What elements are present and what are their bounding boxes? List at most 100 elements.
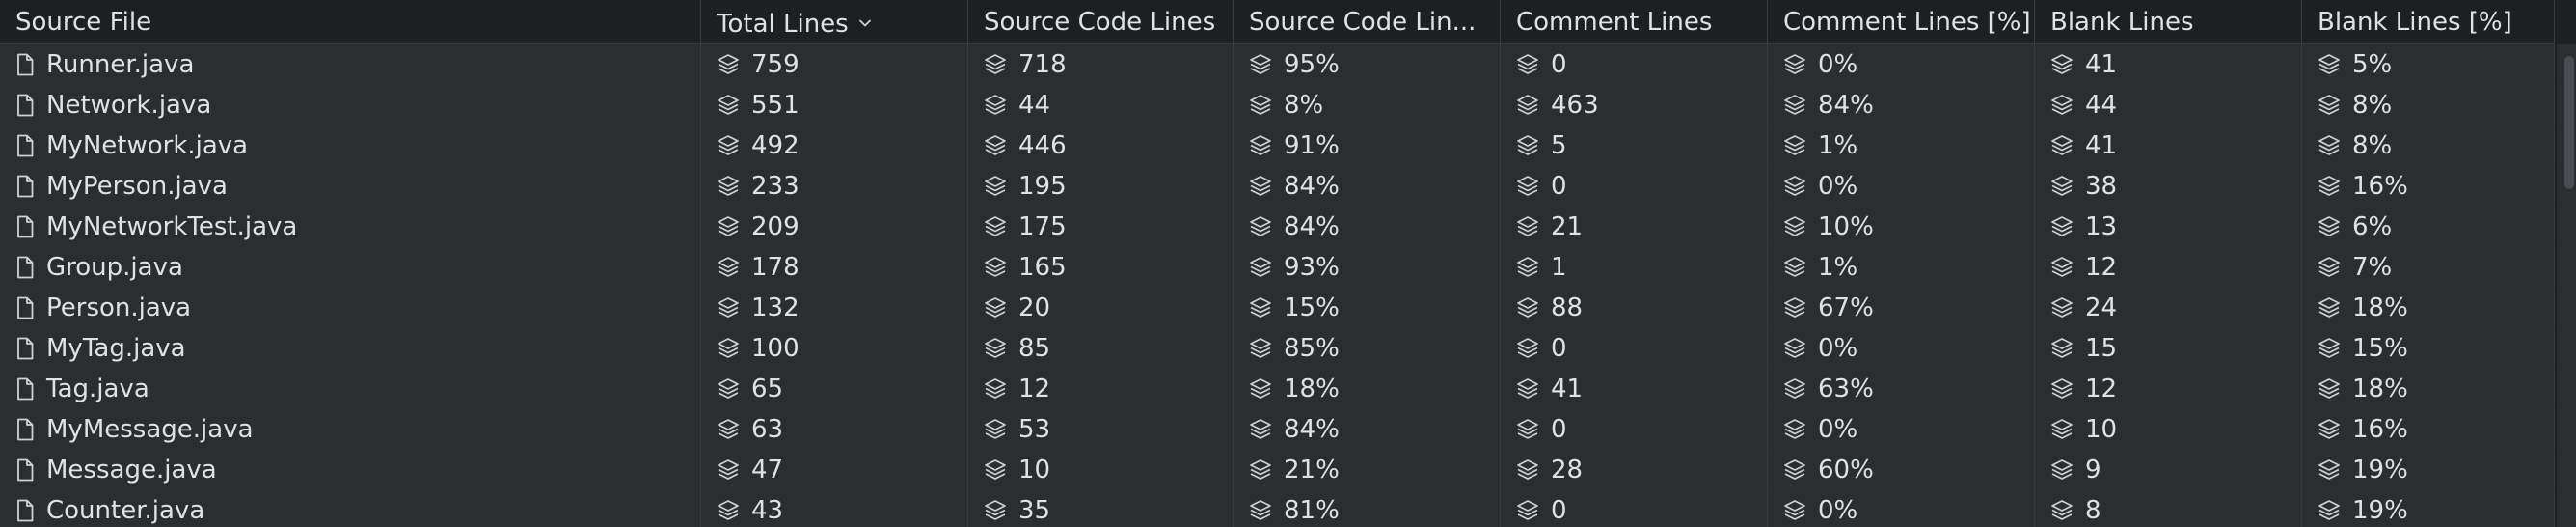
- table-cell-blank[interactable]: 12: [2035, 247, 2302, 288]
- table-cell-srcpct[interactable]: 84%: [1234, 409, 1501, 450]
- table-cell-srcpct[interactable]: 91%: [1234, 125, 1501, 166]
- table-cell-total[interactable]: 759: [701, 44, 968, 85]
- table-cell-blank[interactable]: 13: [2035, 207, 2302, 247]
- table-cell-blankpct[interactable]: 18%: [2302, 369, 2555, 409]
- table-row-file-cell[interactable]: Network.java: [0, 85, 701, 125]
- table-cell-blankpct[interactable]: 8%: [2302, 85, 2555, 125]
- table-cell-commpct[interactable]: 84%: [1768, 85, 2035, 125]
- table-cell-src[interactable]: 35: [968, 490, 1234, 527]
- table-cell-blankpct[interactable]: 16%: [2302, 166, 2555, 207]
- table-cell-blankpct[interactable]: 15%: [2302, 328, 2555, 369]
- table-cell-blankpct[interactable]: 7%: [2302, 247, 2555, 288]
- table-cell-srcpct[interactable]: 18%: [1234, 369, 1501, 409]
- chevron-down-icon[interactable]: [858, 0, 872, 27]
- table-row-file-cell[interactable]: Runner.java: [0, 44, 701, 85]
- column-header-commpct[interactable]: Comment Lines [%]: [1768, 0, 2035, 44]
- table-cell-blankpct[interactable]: 8%: [2302, 125, 2555, 166]
- table-cell-total[interactable]: 100: [701, 328, 968, 369]
- column-header-comm[interactable]: Comment Lines: [1501, 0, 1768, 44]
- table-cell-comm[interactable]: 1: [1501, 247, 1768, 288]
- table-cell-src[interactable]: 165: [968, 247, 1234, 288]
- table-cell-srcpct[interactable]: 84%: [1234, 207, 1501, 247]
- column-header-total[interactable]: Total Lines: [701, 0, 968, 44]
- table-row-file-cell[interactable]: Message.java: [0, 450, 701, 490]
- table-cell-src[interactable]: 446: [968, 125, 1234, 166]
- table-cell-commpct[interactable]: 60%: [1768, 450, 2035, 490]
- table-row-file-cell[interactable]: Group.java: [0, 247, 701, 288]
- table-cell-blank[interactable]: 44: [2035, 85, 2302, 125]
- table-cell-srcpct[interactable]: 8%: [1234, 85, 1501, 125]
- table-cell-srcpct[interactable]: 84%: [1234, 166, 1501, 207]
- table-cell-comm[interactable]: 5: [1501, 125, 1768, 166]
- table-cell-total[interactable]: 233: [701, 166, 968, 207]
- table-cell-src[interactable]: 195: [968, 166, 1234, 207]
- column-header-file[interactable]: Source File: [0, 0, 701, 44]
- table-cell-total[interactable]: 63: [701, 409, 968, 450]
- table-cell-srcpct[interactable]: 85%: [1234, 328, 1501, 369]
- table-row-file-cell[interactable]: MyNetworkTest.java: [0, 207, 701, 247]
- table-cell-blank[interactable]: 15: [2035, 328, 2302, 369]
- table-cell-commpct[interactable]: 67%: [1768, 288, 2035, 328]
- table-cell-blank[interactable]: 24: [2035, 288, 2302, 328]
- table-cell-blank[interactable]: 12: [2035, 369, 2302, 409]
- table-cell-comm[interactable]: 463: [1501, 85, 1768, 125]
- table-cell-srcpct[interactable]: 93%: [1234, 247, 1501, 288]
- table-cell-total[interactable]: 492: [701, 125, 968, 166]
- table-cell-src[interactable]: 10: [968, 450, 1234, 490]
- table-cell-blankpct[interactable]: 19%: [2302, 490, 2555, 527]
- table-cell-blank[interactable]: 41: [2035, 44, 2302, 85]
- table-cell-srcpct[interactable]: 15%: [1234, 288, 1501, 328]
- table-cell-total[interactable]: 209: [701, 207, 968, 247]
- table-cell-srcpct[interactable]: 21%: [1234, 450, 1501, 490]
- table-cell-commpct[interactable]: 0%: [1768, 328, 2035, 369]
- table-cell-total[interactable]: 551: [701, 85, 968, 125]
- table-cell-src[interactable]: 44: [968, 85, 1234, 125]
- table-row-file-cell[interactable]: MyMessage.java: [0, 409, 701, 450]
- table-row-file-cell[interactable]: MyNetwork.java: [0, 125, 701, 166]
- table-cell-total[interactable]: 132: [701, 288, 968, 328]
- table-cell-blankpct[interactable]: 19%: [2302, 450, 2555, 490]
- table-cell-blank[interactable]: 9: [2035, 450, 2302, 490]
- table-cell-commpct[interactable]: 0%: [1768, 409, 2035, 450]
- table-cell-comm[interactable]: 21: [1501, 207, 1768, 247]
- table-cell-total[interactable]: 65: [701, 369, 968, 409]
- table-cell-comm[interactable]: 88: [1501, 288, 1768, 328]
- table-cell-comm[interactable]: 41: [1501, 369, 1768, 409]
- table-cell-blank[interactable]: 8: [2035, 490, 2302, 527]
- table-cell-commpct[interactable]: 1%: [1768, 247, 2035, 288]
- table-cell-blank[interactable]: 10: [2035, 409, 2302, 450]
- table-cell-src[interactable]: 718: [968, 44, 1234, 85]
- table-cell-blank[interactable]: 38: [2035, 166, 2302, 207]
- table-cell-src[interactable]: 20: [968, 288, 1234, 328]
- table-cell-comm[interactable]: 0: [1501, 409, 1768, 450]
- table-cell-total[interactable]: 43: [701, 490, 968, 527]
- table-cell-blankpct[interactable]: 6%: [2302, 207, 2555, 247]
- table-cell-src[interactable]: 12: [968, 369, 1234, 409]
- table-cell-srcpct[interactable]: 81%: [1234, 490, 1501, 527]
- table-row-file-cell[interactable]: MyTag.java: [0, 328, 701, 369]
- table-cell-commpct[interactable]: 0%: [1768, 44, 2035, 85]
- column-header-srcpct[interactable]: Source Code Lin...: [1234, 0, 1501, 44]
- table-cell-commpct[interactable]: 0%: [1768, 166, 2035, 207]
- table-cell-blankpct[interactable]: 5%: [2302, 44, 2555, 85]
- table-cell-total[interactable]: 178: [701, 247, 968, 288]
- table-cell-blankpct[interactable]: 16%: [2302, 409, 2555, 450]
- table-cell-comm[interactable]: 0: [1501, 44, 1768, 85]
- table-cell-total[interactable]: 47: [701, 450, 968, 490]
- table-cell-commpct[interactable]: 1%: [1768, 125, 2035, 166]
- column-header-blankpct[interactable]: Blank Lines [%]: [2302, 0, 2555, 44]
- column-header-blank[interactable]: Blank Lines: [2035, 0, 2302, 44]
- table-cell-comm[interactable]: 28: [1501, 450, 1768, 490]
- table-cell-blankpct[interactable]: 18%: [2302, 288, 2555, 328]
- table-cell-comm[interactable]: 0: [1501, 328, 1768, 369]
- table-cell-src[interactable]: 53: [968, 409, 1234, 450]
- table-cell-commpct[interactable]: 0%: [1768, 490, 2035, 527]
- table-row-file-cell[interactable]: Person.java: [0, 288, 701, 328]
- table-cell-src[interactable]: 175: [968, 207, 1234, 247]
- column-header-src[interactable]: Source Code Lines: [968, 0, 1234, 44]
- table-cell-commpct[interactable]: 63%: [1768, 369, 2035, 409]
- table-cell-src[interactable]: 85: [968, 328, 1234, 369]
- table-cell-blank[interactable]: 41: [2035, 125, 2302, 166]
- table-row-file-cell[interactable]: MyPerson.java: [0, 166, 701, 207]
- table-cell-comm[interactable]: 0: [1501, 166, 1768, 207]
